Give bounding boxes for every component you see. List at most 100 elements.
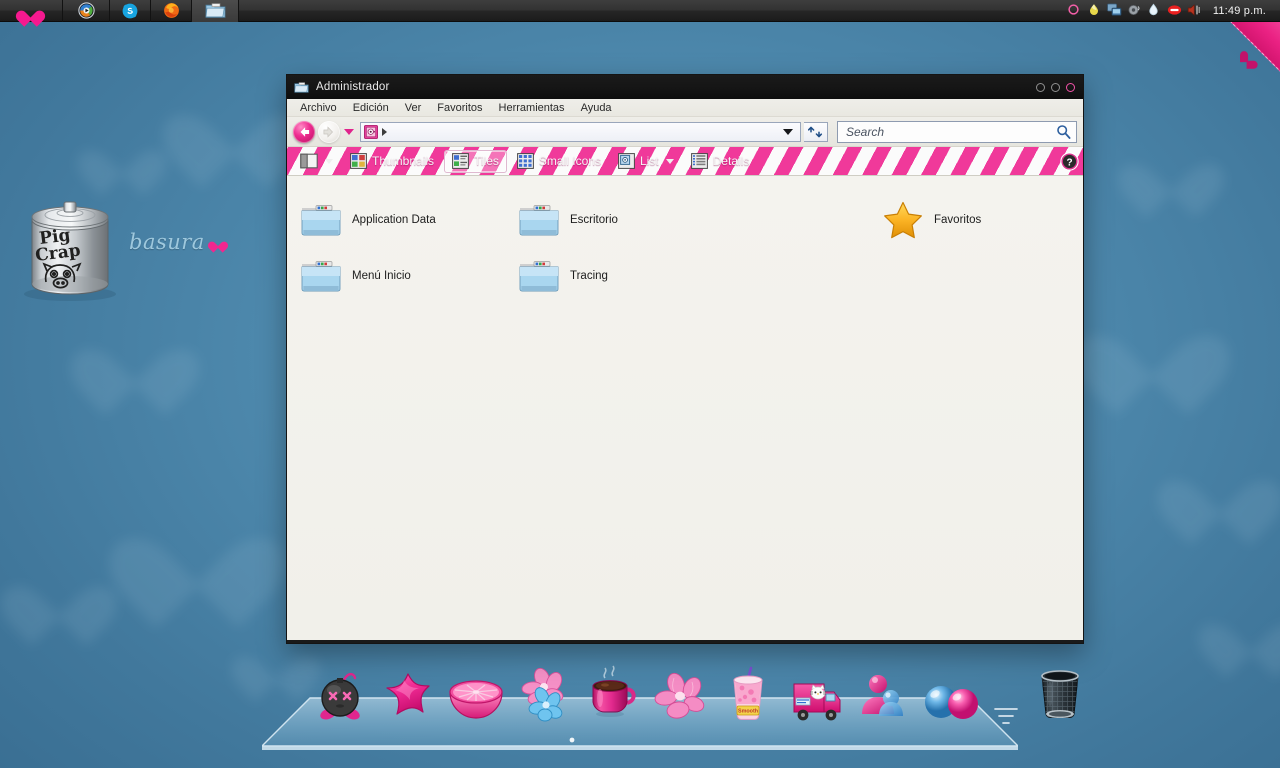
taskbar-logo[interactable] — [0, 0, 62, 22]
droplet-white-icon[interactable] — [1147, 3, 1162, 18]
help-button[interactable]: ? — [1060, 151, 1079, 171]
address-bar[interactable] — [360, 121, 801, 142]
dock-item-flower[interactable] — [646, 652, 714, 726]
desktop-trash-can[interactable]: Pig Crap basura — [14, 186, 234, 306]
file-name: Favoritos — [934, 214, 982, 226]
droplet-yellow-icon[interactable] — [1087, 3, 1102, 18]
taskbar-item-skype[interactable] — [110, 0, 150, 22]
view-details-label: Details — [712, 154, 750, 168]
address-dropdown-icon[interactable] — [783, 128, 793, 135]
taskbar-launchers — [0, 0, 239, 22]
view-small-icons-button[interactable]: Small Icons — [510, 150, 608, 173]
network-monitor-icon[interactable] — [1107, 3, 1122, 18]
clock[interactable]: 11:49 p.m. — [1207, 5, 1274, 17]
menu-item-edicion[interactable]: Edición — [346, 101, 396, 115]
pink-flower-icon — [654, 672, 705, 719]
file-item-tracing[interactable]: Tracing — [511, 248, 729, 304]
menu-item-ver[interactable]: Ver — [398, 101, 429, 115]
menu-item-herramientas[interactable]: Herramientas — [492, 101, 572, 115]
folder-icon — [299, 257, 343, 295]
search-input[interactable] — [846, 124, 1056, 139]
ribbon-band — [1194, 22, 1280, 77]
speaker-grey-icon[interactable] — [1127, 3, 1142, 18]
search-box[interactable] — [837, 120, 1077, 143]
details-icon — [690, 153, 708, 169]
history-dropdown-button[interactable] — [344, 128, 354, 135]
arrow-left-icon — [300, 126, 310, 137]
taskbar-divider — [238, 0, 239, 22]
wallpaper-heart — [92, 130, 152, 184]
skype-icon — [122, 3, 138, 18]
file-item-favoritos[interactable]: Favoritos — [729, 192, 981, 248]
dock-item-balls[interactable] — [918, 652, 986, 726]
window-title: Administrador — [316, 81, 390, 93]
back-button[interactable] — [293, 120, 315, 143]
dock-item-grapefruit[interactable] — [442, 652, 510, 726]
file-content-area[interactable]: Application Data Escritorio Favoritos Me… — [287, 176, 1083, 643]
dock-separator — [986, 702, 1026, 726]
no-entry-icon[interactable] — [1167, 3, 1182, 18]
search-icon[interactable] — [1056, 124, 1071, 139]
trash-label-text: basura — [129, 230, 205, 254]
file-name: Escritorio — [570, 214, 618, 226]
taskbar-item-file-manager[interactable] — [192, 0, 238, 22]
minimize-button[interactable] — [1036, 82, 1045, 92]
wallpaper-heart — [186, 82, 282, 168]
forward-button[interactable] — [318, 120, 340, 143]
heart-logo-icon — [21, 2, 41, 20]
dock-item-coffee[interactable] — [578, 652, 646, 726]
file-name: Tracing — [570, 270, 608, 282]
close-button[interactable] — [1066, 82, 1075, 92]
window-titlebar[interactable]: Administrador — [287, 75, 1083, 99]
menu-item-ayuda[interactable]: Ayuda — [574, 101, 619, 115]
svg-text:Smooth: Smooth — [738, 709, 758, 715]
view-tiles-label: Tiles — [474, 154, 499, 168]
trash-can-graphic: Pig Crap — [24, 201, 116, 301]
menu-item-archivo[interactable]: Archivo — [293, 101, 344, 115]
dock-item-trash[interactable] — [1026, 652, 1094, 726]
menu-item-favoritos[interactable]: Favoritos — [430, 101, 489, 115]
file-grid: Application Data Escritorio Favoritos Me… — [287, 176, 1083, 304]
dock-item-flowers[interactable] — [510, 652, 578, 726]
maximize-button[interactable] — [1051, 82, 1060, 92]
view-details-button[interactable]: Details — [684, 150, 757, 173]
small-icons-icon — [517, 153, 534, 169]
contacts-icon — [862, 675, 903, 716]
wallpaper-heart — [92, 320, 178, 398]
thumbnails-icon — [350, 153, 367, 169]
chevron-down-icon — [325, 158, 333, 164]
dock-item-messenger[interactable] — [850, 652, 918, 726]
navigation-bar — [287, 117, 1083, 147]
separator-icon — [994, 708, 1018, 724]
wallpaper-heart — [1178, 452, 1262, 528]
file-item-application-data[interactable]: Application Data — [293, 192, 511, 248]
arrow-right-icon — [323, 125, 333, 138]
svg-text:?: ? — [1066, 157, 1072, 168]
taskbar-item-media-player[interactable] — [63, 0, 109, 22]
taskbar-item-firefox[interactable] — [151, 0, 191, 22]
refresh-icon — [808, 126, 823, 137]
folder-icon — [517, 257, 561, 295]
wallpaper-heart — [1136, 140, 1206, 204]
view-thumbnails-button[interactable]: Thumbnails — [343, 150, 441, 173]
firefox-icon — [163, 3, 179, 18]
view-list-button[interactable]: List — [611, 150, 681, 173]
two-balls-icon — [925, 686, 978, 719]
corner-ribbon — [1194, 22, 1280, 108]
safe-vault-icon — [364, 124, 378, 139]
dock: Smooth — [262, 656, 1079, 752]
file-item-escritorio[interactable]: Escritorio — [511, 192, 729, 248]
dock-icons: Smooth — [262, 648, 1079, 726]
dock-item-kitty-truck[interactable] — [782, 652, 850, 726]
dock-item-star[interactable] — [374, 652, 442, 726]
view-thumbnails-label: Thumbnails — [372, 154, 435, 168]
view-pane-button[interactable] — [293, 150, 340, 173]
refresh-button[interactable] — [804, 121, 828, 142]
view-tiles-button[interactable]: Tiles — [444, 149, 507, 173]
dock-item-smoothie[interactable]: Smooth — [714, 652, 782, 726]
dock-item-bomb[interactable] — [306, 652, 374, 726]
view-pane-icon — [300, 153, 318, 169]
file-item-menu-inicio[interactable]: Menú Inicio — [293, 248, 511, 304]
volume-icon[interactable] — [1187, 3, 1202, 18]
circle-outline-icon[interactable] — [1067, 3, 1082, 18]
